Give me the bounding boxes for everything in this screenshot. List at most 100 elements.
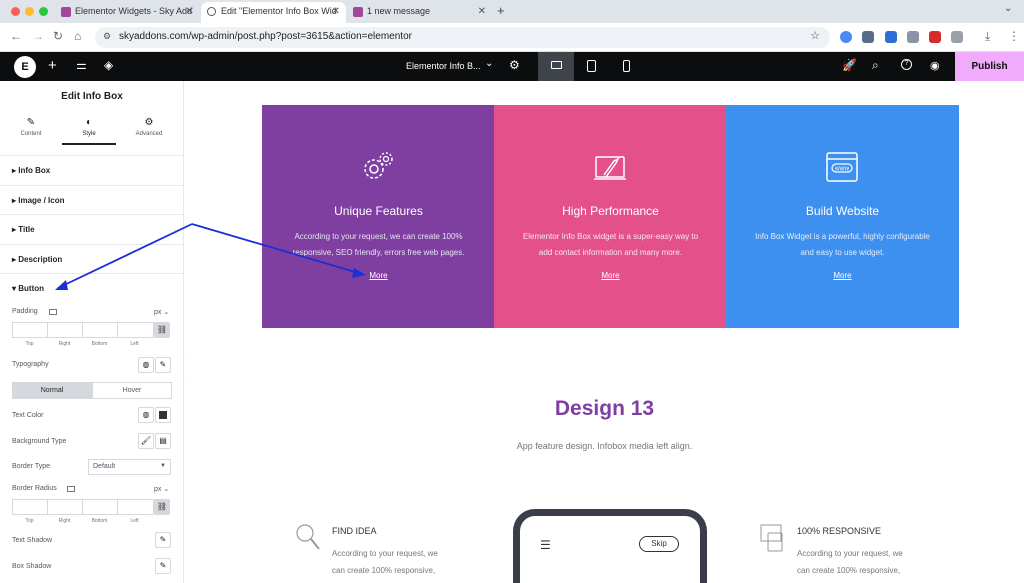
tab-list-chevron-icon[interactable]: ⌄ bbox=[1004, 3, 1012, 14]
close-tab-icon[interactable]: ✕ bbox=[186, 2, 194, 21]
responsive-desktop-icon[interactable] bbox=[67, 486, 75, 492]
globe-favicon-icon bbox=[207, 7, 216, 16]
close-window-icon[interactable] bbox=[11, 7, 20, 16]
padding-left-input[interactable] bbox=[117, 322, 154, 338]
browser-tab-1[interactable]: Elementor Widgets - Sky Add ✕ bbox=[55, 2, 200, 23]
tab-advanced[interactable]: ⚙ Advanced bbox=[120, 117, 178, 137]
tab-style[interactable]: ◐ Style bbox=[60, 117, 118, 137]
mobile-icon[interactable] bbox=[623, 60, 630, 72]
radius-left-input[interactable] bbox=[117, 499, 154, 515]
extension-icon[interactable] bbox=[907, 31, 919, 43]
section-description[interactable]: ▸ Description bbox=[0, 244, 183, 273]
new-tab-icon[interactable]: + bbox=[497, 3, 505, 18]
close-tab-icon[interactable]: ✕ bbox=[478, 2, 486, 21]
link-values-icon[interactable]: ⛓ bbox=[154, 499, 170, 515]
color-swatch[interactable] bbox=[155, 407, 171, 423]
download-icon[interactable]: ⤓ bbox=[985, 29, 990, 44]
browser-www-icon: WWW bbox=[826, 152, 858, 182]
extension-icon[interactable] bbox=[929, 31, 941, 43]
phone-mockup: ☰ Skip bbox=[513, 509, 707, 583]
structure-layers-icon[interactable]: ◈ bbox=[104, 58, 113, 72]
active-tab-indicator bbox=[62, 143, 116, 145]
panel-title: Edit Info Box bbox=[61, 91, 123, 102]
section-title[interactable]: ▸ Title bbox=[0, 214, 183, 243]
radius-top-input[interactable] bbox=[12, 499, 48, 515]
section-info-box[interactable]: ▸ Info Box bbox=[0, 155, 183, 184]
card-description: According to your request, we can create… bbox=[292, 232, 465, 257]
site-settings-sliders-icon[interactable]: ⚌ bbox=[76, 58, 87, 72]
forward-icon[interactable]: → bbox=[32, 29, 44, 43]
chevron-down-icon[interactable]: ⌄ bbox=[485, 58, 493, 69]
search-icon[interactable]: ⌕ bbox=[872, 58, 879, 73]
info-box-card-1[interactable]: Unique Features According to your reques… bbox=[262, 105, 495, 328]
elementor-top-bar: E + ⚌ ◈ Elementor Info B... ⌄ ⚙ 🚀 ⌕ ? ◉ … bbox=[0, 52, 1024, 81]
tab-hover[interactable]: Hover bbox=[92, 382, 172, 399]
radius-right-input[interactable] bbox=[47, 499, 83, 515]
card-description: Elementor Info Box widget is a super-eas… bbox=[522, 232, 699, 257]
preview-eye-icon[interactable]: ◉ bbox=[930, 59, 940, 72]
padding-label: Padding bbox=[12, 308, 38, 315]
more-link[interactable]: More bbox=[726, 271, 959, 280]
extension-icon[interactable] bbox=[840, 31, 852, 43]
section-image-icon[interactable]: ▸ Image / Icon bbox=[0, 185, 183, 214]
padding-top-input[interactable] bbox=[12, 322, 48, 338]
link-values-icon[interactable]: ⛓ bbox=[154, 322, 170, 338]
card-description: Info Box Widget is a powerful, highly co… bbox=[755, 232, 930, 257]
gears-icon bbox=[364, 152, 393, 179]
home-icon[interactable]: ⌂ bbox=[74, 29, 81, 43]
section-heading: Design 13 bbox=[554, 397, 655, 420]
url-field[interactable]: ⚙ skyaddons.com/wp-admin/post.php?post=3… bbox=[95, 27, 830, 48]
tab-content[interactable]: ✎ Content bbox=[2, 117, 60, 137]
extension-icon[interactable] bbox=[862, 31, 874, 43]
border-radius-label: Border Radius bbox=[12, 485, 57, 492]
global-typography-icon[interactable]: ◍ bbox=[138, 357, 154, 373]
border-type-select[interactable]: Default ▼ bbox=[88, 459, 171, 475]
skyaddons-favicon-icon bbox=[353, 7, 363, 17]
browser-tab-3[interactable]: 1 new message ✕ bbox=[347, 2, 492, 23]
info-box-card-3[interactable]: WWW Build Website Info Box Widget is a p… bbox=[726, 105, 959, 328]
feature-description: can create 100% responsive, bbox=[332, 566, 436, 575]
publish-button[interactable]: Publish bbox=[955, 52, 1024, 81]
elementor-logo-icon[interactable]: E bbox=[14, 56, 36, 78]
tablet-icon[interactable] bbox=[587, 60, 596, 72]
back-icon[interactable]: ← bbox=[10, 29, 22, 43]
feature-description: According to your request, we bbox=[797, 549, 903, 558]
close-tab-icon[interactable]: ✕ bbox=[332, 2, 340, 21]
edit-typography-icon[interactable]: ✎ bbox=[155, 357, 171, 373]
contrast-icon: ◐ bbox=[85, 117, 93, 128]
tab-normal[interactable]: Normal bbox=[12, 382, 92, 399]
padding-bottom-input[interactable] bbox=[82, 322, 118, 338]
skip-button[interactable]: Skip bbox=[639, 536, 679, 552]
more-link[interactable]: More bbox=[494, 271, 727, 280]
site-settings-icon[interactable]: ⚙ bbox=[103, 31, 111, 42]
padding-right-input[interactable] bbox=[47, 322, 83, 338]
browser-tab-2[interactable]: Edit "Elementor Info Box Wid ✕ bbox=[201, 2, 346, 23]
puzzle-icon[interactable] bbox=[951, 31, 963, 43]
reload-icon[interactable]: ↻ bbox=[53, 29, 63, 43]
feature-title: 100% RESPONSIVE bbox=[797, 526, 882, 536]
responsive-desktop-icon[interactable] bbox=[49, 309, 57, 315]
browser-tab-bar: Elementor Widgets - Sky Add ✕ Edit "Elem… bbox=[0, 0, 1024, 23]
edit-box-shadow-icon[interactable]: ✎ bbox=[155, 558, 171, 574]
help-icon[interactable]: ? bbox=[901, 59, 912, 70]
radius-bottom-input[interactable] bbox=[82, 499, 118, 515]
section-button[interactable]: ▾ Button bbox=[0, 273, 183, 302]
minimize-window-icon[interactable] bbox=[25, 7, 34, 16]
document-title[interactable]: Elementor Info B... bbox=[406, 61, 481, 71]
classic-brush-icon[interactable]: 🖌 bbox=[138, 433, 154, 449]
gradient-icon[interactable]: ▤ bbox=[155, 433, 171, 449]
padding-unit-select[interactable]: px ⌄ bbox=[154, 308, 169, 316]
maximize-window-icon[interactable] bbox=[39, 7, 48, 16]
address-bar: ← → ↻ ⌂ ⚙ skyaddons.com/wp-admin/post.ph… bbox=[0, 23, 1024, 52]
add-element-icon[interactable]: + bbox=[48, 57, 57, 74]
more-link[interactable]: More bbox=[262, 271, 495, 280]
notifications-rocket-icon[interactable]: 🚀 bbox=[842, 58, 857, 72]
global-color-icon[interactable]: ◍ bbox=[138, 407, 154, 423]
extension-icon[interactable] bbox=[885, 31, 897, 43]
radius-unit-select[interactable]: px ⌄ bbox=[154, 485, 169, 493]
page-settings-gear-icon[interactable]: ⚙ bbox=[509, 58, 520, 72]
more-menu-icon[interactable]: ⋮ bbox=[1008, 29, 1020, 43]
info-box-card-2[interactable]: High Performance Elementor Info Box widg… bbox=[494, 105, 727, 328]
bookmark-star-icon[interactable]: ☆ bbox=[810, 29, 820, 42]
edit-text-shadow-icon[interactable]: ✎ bbox=[155, 532, 171, 548]
